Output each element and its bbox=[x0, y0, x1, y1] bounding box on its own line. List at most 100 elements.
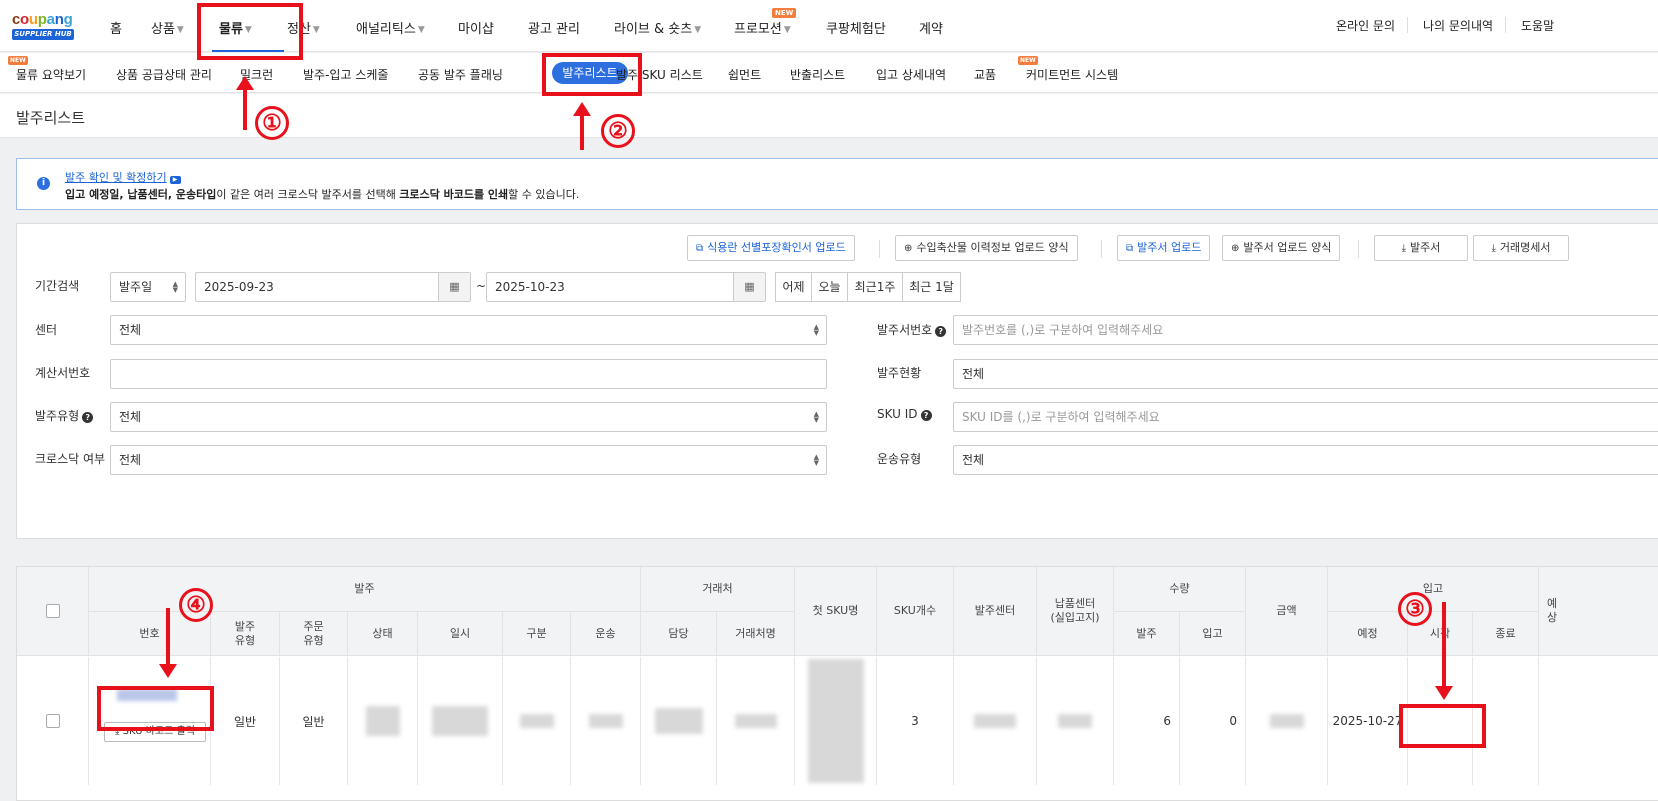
statement-download-button[interactable]: ⤓ 거래명세서 bbox=[1473, 235, 1569, 261]
food-certificate-upload-button[interactable]: ⧉ 식용란 선별포장확인서 업로드 bbox=[687, 235, 855, 261]
col-order-type[interactable]: 주문 유형 bbox=[280, 612, 348, 656]
page-title: 발주리스트 bbox=[16, 109, 86, 127]
nav-contract[interactable]: 계약 bbox=[919, 18, 943, 37]
po-status-select[interactable]: 전체 bbox=[953, 359, 1658, 389]
po-type-cell: 일반 bbox=[211, 657, 280, 785]
col-status[interactable]: 상태 bbox=[348, 612, 418, 656]
calendar-icon[interactable]: ▦ bbox=[733, 273, 765, 301]
period-type-select[interactable]: 발주일 ▲ ▼ bbox=[110, 272, 186, 302]
po-upload-button[interactable]: ⧉ 발주서 업로드 bbox=[1117, 235, 1211, 261]
po-number-input[interactable]: 발주번호를 (,)로 구분하여 입력해주세요 bbox=[953, 315, 1658, 345]
col-sku-count[interactable]: SKU개수 bbox=[877, 567, 954, 656]
col-manager[interactable]: 담당 bbox=[641, 612, 717, 656]
col-po-type[interactable]: 발주 유형 bbox=[211, 612, 280, 656]
col-vendor-name[interactable]: 거래처명 bbox=[717, 612, 795, 656]
quick-1month-button[interactable]: 최근 1달 bbox=[902, 272, 961, 302]
invoice-number-input[interactable] bbox=[110, 359, 827, 389]
help-icon[interactable]: ? bbox=[920, 410, 932, 421]
date-from-input[interactable]: 2025-09-23 ▦ bbox=[195, 272, 471, 302]
col-qty-po[interactable]: 발주 bbox=[1114, 612, 1180, 656]
po-status-label: 발주현황 bbox=[877, 366, 922, 380]
center-select[interactable]: 전체 ▲ ▼ bbox=[110, 315, 827, 345]
info-text: 입고 예정일, 납품센터, 운송타입이 같은 여러 크로스닥 발주서를 선택해 … bbox=[65, 186, 579, 202]
subnav-joint-po-planning[interactable]: 공동 발주 플래닝 bbox=[418, 66, 503, 83]
video-play-icon: ▶ bbox=[169, 176, 181, 184]
row-select-cell bbox=[17, 657, 89, 785]
redacted-amount bbox=[1269, 714, 1304, 728]
col-inbound-plan[interactable]: 예정 bbox=[1328, 612, 1408, 656]
subnav-exchange[interactable]: 교품 bbox=[974, 66, 996, 83]
col-more[interactable]: 예 상 bbox=[1539, 567, 1658, 656]
subnav-supply-status[interactable]: 상품 공급상태 관리 bbox=[116, 66, 212, 83]
chevron-down-icon: ▼ bbox=[176, 25, 184, 35]
redacted-transport bbox=[588, 714, 623, 728]
amount-cell bbox=[1246, 657, 1328, 785]
subnav-inbound-detail[interactable]: 입고 상세내역 bbox=[876, 66, 946, 83]
online-inquiry-link[interactable]: 온라인 문의 bbox=[1336, 17, 1395, 34]
help-link[interactable]: 도움말 bbox=[1521, 17, 1554, 34]
toolbar-divider bbox=[1358, 240, 1359, 258]
calendar-icon[interactable]: ▦ bbox=[438, 273, 470, 301]
manager-cell bbox=[641, 657, 717, 785]
group-vendor-header: 거래처 bbox=[641, 567, 795, 612]
nav-ads[interactable]: 광고 관리 bbox=[528, 18, 580, 37]
download-circle-icon: ⊕ bbox=[904, 243, 913, 254]
annotation-arrow-up bbox=[573, 102, 591, 150]
col-transport[interactable]: 운송 bbox=[571, 612, 641, 656]
quick-1week-button[interactable]: 최근1주 bbox=[847, 272, 903, 302]
coupang-supplier-hub-logo[interactable]: coupang SUPPLIER HUB bbox=[12, 12, 78, 42]
nav-myshop[interactable]: 마이샵 bbox=[458, 18, 494, 37]
sku-id-placeholder: SKU ID를 (,)로 구분하여 입력해주세요 bbox=[962, 410, 1160, 424]
col-first-sku[interactable]: 첫 SKU명 bbox=[795, 567, 877, 656]
date-to-input[interactable]: 2025-10-23 ▦ bbox=[486, 272, 766, 302]
help-icon[interactable]: ? bbox=[935, 326, 947, 337]
transport-type-select[interactable]: 전체 bbox=[953, 445, 1658, 475]
livestock-form-download-button[interactable]: ⊕ 수입축산물 이력정보 업로드 양식 bbox=[895, 235, 1078, 261]
inbound-plan-cell: 2025-10-27 bbox=[1328, 657, 1408, 785]
po-center-cell bbox=[954, 657, 1037, 785]
col-datetime[interactable]: 일시 bbox=[418, 612, 503, 656]
crossdock-select[interactable]: 전체 ▲ ▼ bbox=[110, 445, 827, 475]
nav-experience[interactable]: 쿠팡체험단 bbox=[826, 18, 886, 37]
col-po-center[interactable]: 발주센터 bbox=[954, 567, 1037, 656]
col-delivery-center[interactable]: 납품센터 (실입고지) bbox=[1037, 567, 1114, 656]
col-qty-in[interactable]: 입고 bbox=[1180, 612, 1246, 656]
col-inbound-end[interactable]: 종료 bbox=[1473, 612, 1539, 656]
nav-product[interactable]: 상품 ▼ bbox=[151, 18, 184, 37]
quick-yesterday-button[interactable]: 어제 bbox=[775, 272, 812, 302]
redacted-division bbox=[519, 714, 554, 728]
row-checkbox[interactable] bbox=[45, 714, 60, 728]
annotation-step-2: ② bbox=[601, 114, 635, 148]
guide-link[interactable]: 발주 확인 및 확정하기 ▶ bbox=[65, 169, 181, 185]
info-bold-2: 크로스닥 바코드를 인쇄 bbox=[399, 188, 509, 201]
info-banner: i 발주 확인 및 확정하기 ▶ 입고 예정일, 납품센터, 운송타입이 같은 여… bbox=[16, 158, 1658, 210]
select-all-checkbox[interactable] bbox=[45, 604, 60, 618]
subnav-logistics-summary[interactable]: 물류 요약보기 bbox=[16, 66, 86, 83]
col-division[interactable]: 구분 bbox=[503, 612, 571, 656]
my-inquiries-link[interactable]: 나의 문의내역 bbox=[1423, 17, 1493, 34]
nav-analytics[interactable]: 애널리틱스 ▼ bbox=[356, 18, 425, 37]
subnav-commitment-system[interactable]: 커미트먼트 시스템 bbox=[1026, 66, 1118, 83]
search-panel: ⧉ 식용란 선별포장확인서 업로드 ⊕ 수입축산물 이력정보 업로드 양식 ⧉ 발주서… bbox=[16, 223, 1658, 539]
annotation-arrow-up bbox=[236, 76, 254, 130]
nav-home[interactable]: 홈 bbox=[110, 18, 122, 37]
sku-id-input[interactable]: SKU ID를 (,)로 구분하여 입력해주세요 bbox=[953, 402, 1658, 432]
group-qty-header: 수량 bbox=[1114, 567, 1246, 612]
quick-today-button[interactable]: 오늘 bbox=[811, 272, 848, 302]
nav-promotion[interactable]: 프로모션 ▼ bbox=[734, 18, 791, 37]
date-range-separator: ~ bbox=[476, 279, 487, 293]
subnav-po-inbound-schedule[interactable]: 발주-입고 스케줄 bbox=[303, 66, 388, 83]
help-icon[interactable]: ? bbox=[82, 412, 94, 423]
redacted-datetime bbox=[432, 706, 488, 736]
po-status-value: 전체 bbox=[962, 367, 985, 381]
po-upload-form-button[interactable]: ⊕ 발주서 업로드 양식 bbox=[1222, 235, 1341, 261]
col-amount[interactable]: 금액 bbox=[1246, 567, 1328, 656]
po-type-select[interactable]: 전체 ▲ ▼ bbox=[110, 402, 827, 432]
nav-live-shorts[interactable]: 라이브 & 숏츠 ▼ bbox=[614, 18, 701, 37]
subnav-return-list[interactable]: 반출리스트 bbox=[790, 66, 845, 83]
subnav-shipment[interactable]: 쉽먼트 bbox=[728, 66, 761, 83]
datetime-cell bbox=[418, 657, 503, 785]
po-type-label: 발주유형? bbox=[35, 407, 94, 424]
po-download-button[interactable]: ⤓ 발주서 bbox=[1374, 235, 1468, 261]
chevron-down-icon: ▼ bbox=[783, 25, 791, 35]
